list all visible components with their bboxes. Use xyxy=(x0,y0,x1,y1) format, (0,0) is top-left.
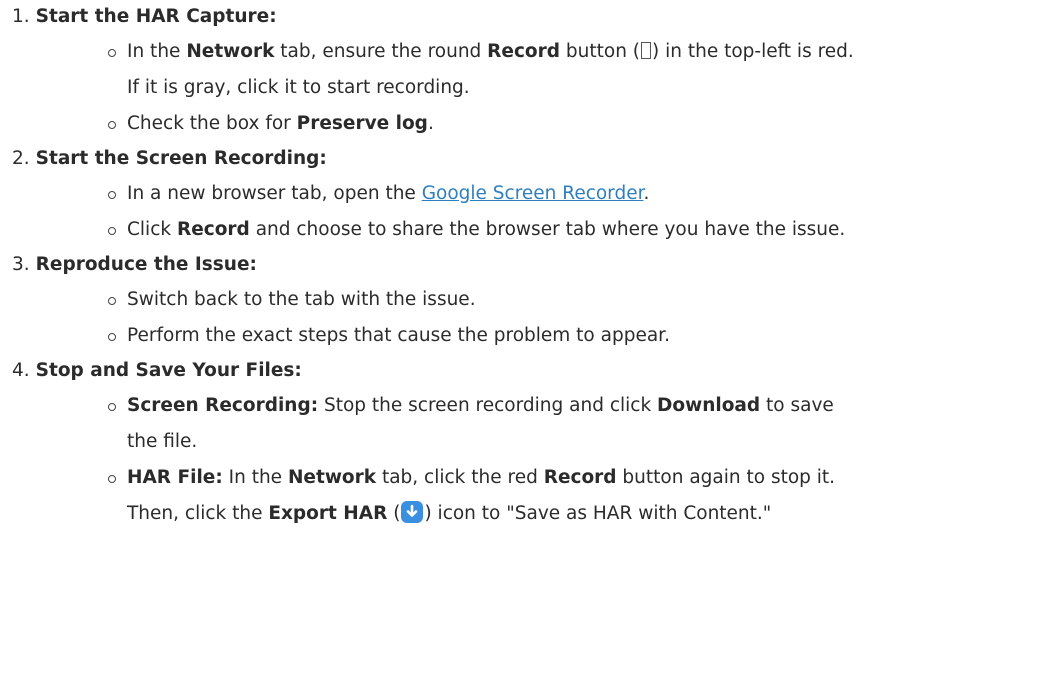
bullet-icon xyxy=(108,227,116,235)
record-label: Record xyxy=(543,467,617,488)
preserve-log-label: Preserve log xyxy=(296,113,428,134)
instructions-document: 1. Start the HAR Capture: In the Network … xyxy=(0,0,1050,532)
sub-list: Switch back to the tab with the issue. P… xyxy=(0,282,1050,354)
step-2: 2. Start the Screen Recording: In a new b… xyxy=(0,142,1050,248)
bullet-icon xyxy=(108,475,116,483)
bullet-icon xyxy=(108,403,116,411)
list-item: Switch back to the tab with the issue. xyxy=(0,282,1050,318)
sub-list: Screen Recording: Stop the screen record… xyxy=(0,388,1050,532)
record-glyph-icon xyxy=(641,42,652,59)
download-label: Download xyxy=(657,395,761,416)
network-tab-label: Network xyxy=(186,41,275,62)
list-item: Perform the exact steps that cause the p… xyxy=(0,318,1050,354)
step-heading: 1. Start the HAR Capture: xyxy=(0,0,1050,34)
step-heading: 3. Reproduce the Issue: xyxy=(0,248,1050,282)
step-4: 4. Stop and Save Your Files: Screen Recor… xyxy=(0,354,1050,532)
list-item: Screen Recording: Stop the screen record… xyxy=(0,388,1050,460)
list-item: In the Network tab, ensure the round Rec… xyxy=(0,34,1050,106)
step-1: 1. Start the HAR Capture: In the Network … xyxy=(0,0,1050,142)
step-number: 1. xyxy=(12,6,30,27)
google-screen-recorder-link[interactable]: Google Screen Recorder xyxy=(422,183,644,204)
step-heading: 2. Start the Screen Recording: xyxy=(0,142,1050,176)
step-3: 3. Reproduce the Issue: Switch back to th… xyxy=(0,248,1050,354)
sub-list: In the Network tab, ensure the round Rec… xyxy=(0,34,1050,142)
bullet-icon xyxy=(108,121,116,129)
step-number: 2. xyxy=(12,148,30,169)
step-heading: 4. Stop and Save Your Files: xyxy=(0,354,1050,388)
step-title: Start the Screen Recording: xyxy=(35,148,327,169)
export-download-icon xyxy=(401,501,424,523)
step-number: 3. xyxy=(12,254,30,275)
list-item: HAR File: In the Network tab, click the … xyxy=(0,460,1050,532)
step-title: Reproduce the Issue: xyxy=(35,254,257,275)
list-item: Check the box for Preserve log. xyxy=(0,106,1050,142)
bullet-icon xyxy=(108,297,116,305)
bullet-icon xyxy=(108,191,116,199)
record-label: Record xyxy=(487,41,561,62)
har-file-label: HAR File: xyxy=(127,467,223,488)
bullet-icon xyxy=(108,333,116,341)
network-tab-label: Network xyxy=(287,467,377,488)
step-title: Start the HAR Capture: xyxy=(35,6,277,27)
bullet-icon xyxy=(108,49,116,57)
sub-list: In a new browser tab, open the Google Sc… xyxy=(0,176,1050,248)
list-item: In a new browser tab, open the Google Sc… xyxy=(0,176,1050,212)
step-number: 4. xyxy=(12,360,30,381)
step-title: Stop and Save Your Files: xyxy=(35,360,302,381)
export-har-label: Export HAR xyxy=(268,503,388,524)
list-item: Click Record and choose to share the bro… xyxy=(0,212,1050,248)
screen-recording-label: Screen Recording: xyxy=(127,395,319,416)
record-label: Record xyxy=(176,219,250,240)
